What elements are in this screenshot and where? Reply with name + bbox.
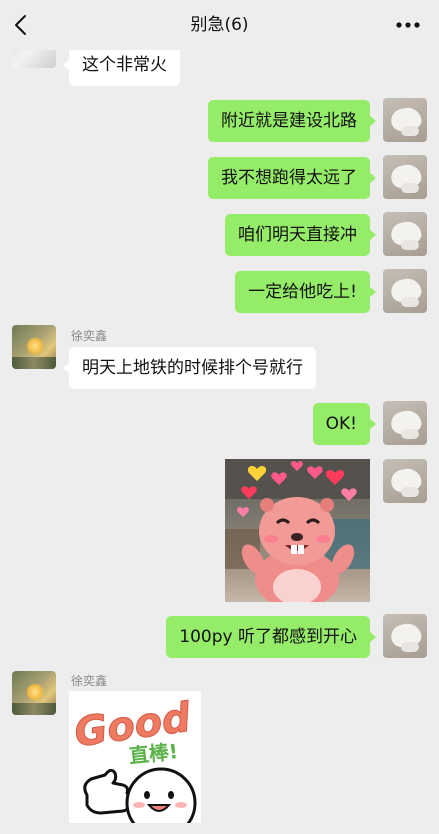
good-subtext: 直棒! <box>128 739 179 768</box>
message-bubble[interactable]: 我不想跑得太远了 <box>208 157 376 199</box>
good-sticker[interactable]: Good 直棒! <box>69 691 201 834</box>
message-bubble[interactable]: 咱们明天直接冲 <box>225 214 376 256</box>
message-bubble[interactable]: 一定给他吃上! <box>235 271 376 313</box>
avatar[interactable] <box>383 614 427 658</box>
avatar[interactable] <box>383 98 427 142</box>
message-bubble[interactable]: 100py 听了都感到开心 <box>166 616 376 658</box>
message-bubble[interactable]: 附近就是建设北路 <box>208 100 376 142</box>
avatar[interactable] <box>383 155 427 199</box>
avatar[interactable] <box>383 269 427 313</box>
sender-name: 徐奕鑫 <box>71 329 108 343</box>
message-bubble[interactable]: 明天上地铁的时候排个号就行 <box>63 347 316 389</box>
message-bubble[interactable]: OK! <box>312 403 377 445</box>
good-sticker-illustration: Good 直棒! <box>71 694 197 834</box>
beaver-illustration <box>225 459 370 602</box>
avatar[interactable] <box>12 671 56 715</box>
message-bubble[interactable]: 这个非常火 <box>63 44 180 86</box>
chat-area: 这个非常火 附近就是建设北路 我不想跑得太远了 咱们明天直接冲 一定给他吃上! … <box>0 0 439 834</box>
avatar[interactable] <box>12 325 56 369</box>
avatar[interactable] <box>383 212 427 256</box>
avatar[interactable] <box>383 401 427 445</box>
more-dots-icon[interactable] <box>395 21 421 29</box>
chat-header: 别急(6) <box>0 0 439 50</box>
sender-name: 徐奕鑫 <box>71 674 108 688</box>
pink-beaver-sticker[interactable] <box>225 459 370 602</box>
chat-title: 别急(6) <box>190 15 249 35</box>
avatar[interactable] <box>383 459 427 503</box>
